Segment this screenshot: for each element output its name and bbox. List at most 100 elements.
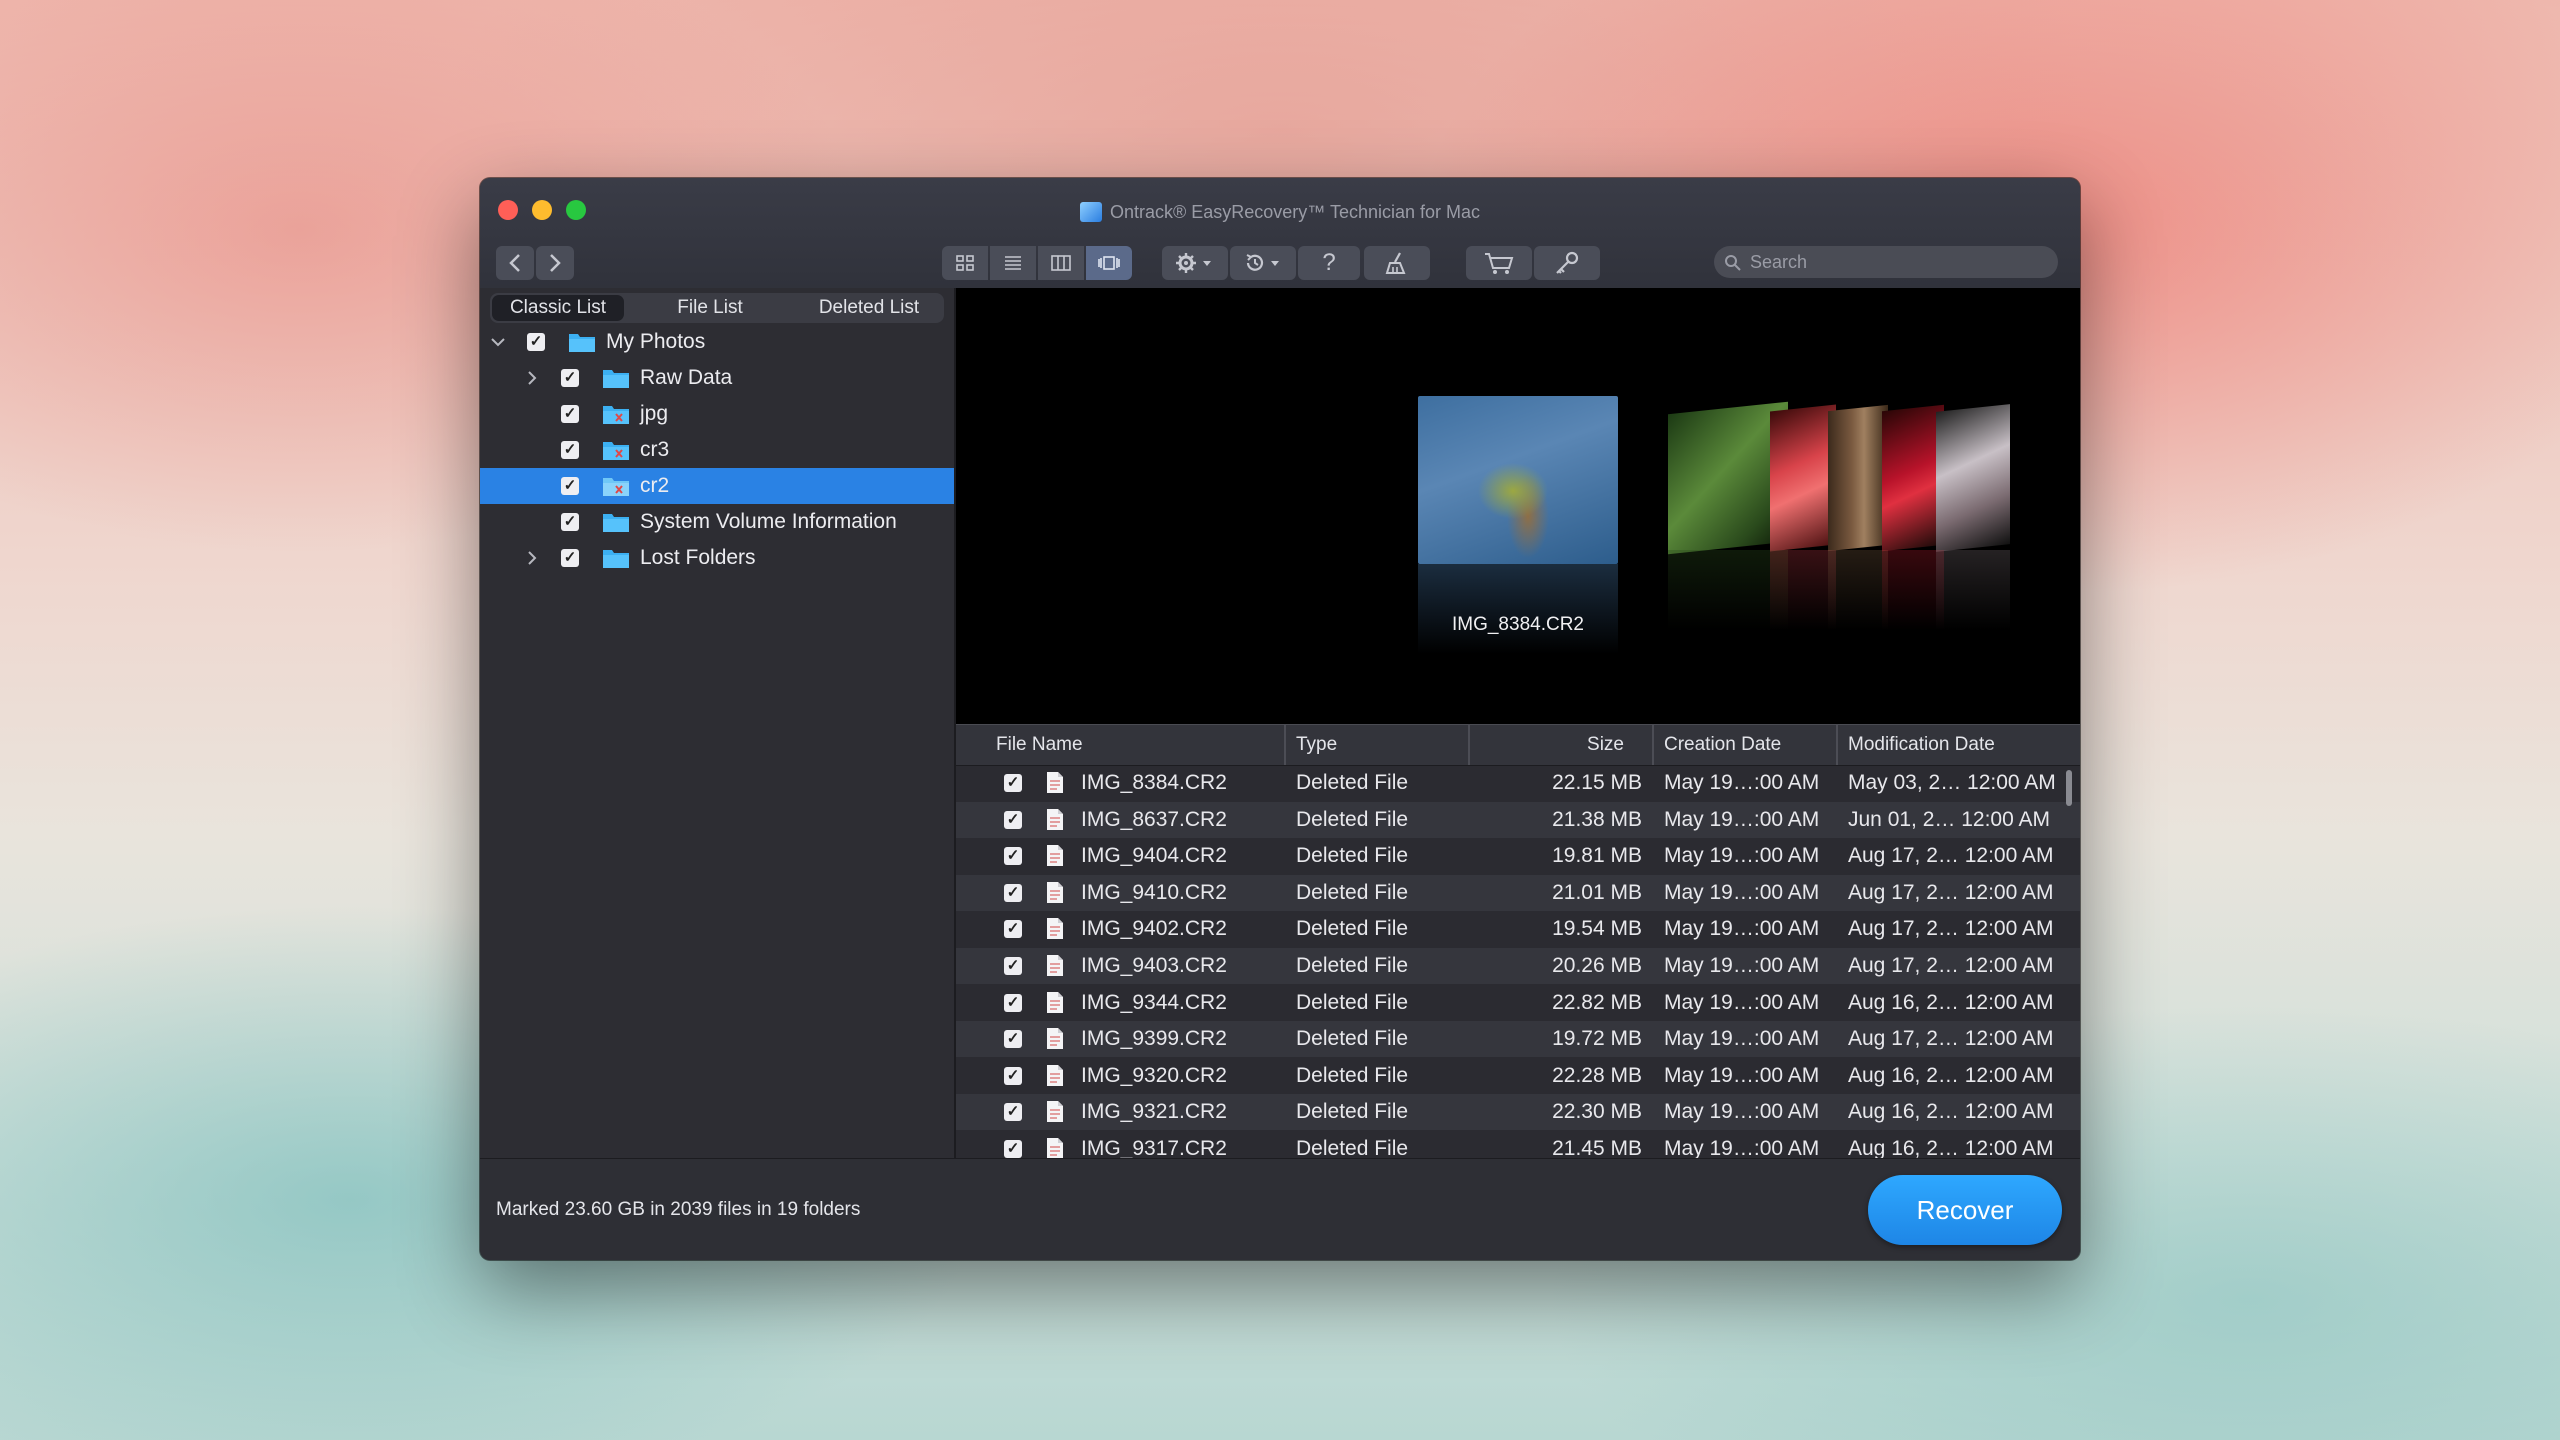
table-row[interactable]: ✓ IMG_8384.CR2 Deleted File 22.15 MB May 19…… [956,765,2080,801]
file-icon [1047,991,1063,1013]
clean-button[interactable] [1364,246,1430,280]
table-row[interactable]: ✓ IMG_9344.CR2 Deleted File 22.82 MB May 19…… [956,985,2080,1021]
file-table: File Name Type Size Creation Date Modifi… [956,724,2080,1158]
recover-button[interactable]: Recover [1868,1175,2062,1245]
chevron-down-icon[interactable] [490,334,506,350]
checkbox[interactable]: ✓ [527,333,545,351]
column-header-creation-date[interactable]: Creation Date [1656,725,1838,765]
tree-item-label: Lost Folders [640,546,756,569]
list-mode-segmented-control: Classic List File List Deleted List [490,293,944,323]
file-creation-date: May 19…:00 AM [1664,880,1820,904]
coverflow-view-button[interactable] [1086,246,1132,280]
history-button[interactable] [1230,246,1296,280]
chevron-left-icon [509,254,520,272]
column-view-button[interactable] [1038,246,1084,280]
tree-item-lost-folders[interactable]: ✓ Lost Folders [480,540,954,576]
file-icon [1047,955,1063,976]
tree-item-label: Raw Data [640,366,733,389]
checkbox[interactable]: ✓ [561,549,579,567]
help-button[interactable]: ? [1298,246,1360,280]
column-header-modification-date[interactable]: Modification Date [1840,725,2080,765]
file-size: 19.72 MB [1552,1027,1642,1051]
tree-item-cr2[interactable]: ✓ cr2 [480,468,954,504]
checkbox[interactable]: ✓ [561,405,579,423]
coverflow-thumbnail[interactable] [1882,404,1944,552]
row-checkbox[interactable]: ✓ [1004,774,1022,792]
file-type: Deleted File [1296,1063,1409,1087]
table-row[interactable]: ✓ IMG_9321.CR2 Deleted File 22.30 MB May 19…… [956,1094,2080,1131]
file-type: Deleted File [1296,917,1409,941]
table-row[interactable]: ✓ IMG_9404.CR2 Deleted File 19.81 MB May 19…… [956,838,2080,874]
file-name: IMG_8384.CR2 [1081,771,1227,794]
row-checkbox[interactable]: ✓ [1004,957,1022,975]
file-modification-date: Aug 16, 2… 12:00 AM [1848,990,2054,1014]
table-row[interactable]: ✓ IMG_9399.CR2 Deleted File 19.72 MB May 19…… [956,1021,2080,1058]
column-header-size[interactable]: Size [1472,725,1654,765]
file-icon [1047,845,1063,867]
file-name: IMG_9402.CR2 [1081,917,1227,941]
file-type: Deleted File [1296,844,1409,868]
tree-item-my-photos[interactable]: ✓ My Photos [480,324,954,360]
row-checkbox[interactable]: ✓ [1004,810,1022,829]
checkbox[interactable]: ✓ [561,513,579,531]
preview-image[interactable] [1418,396,1618,564]
chevron-right-icon[interactable] [524,370,540,386]
back-button[interactable] [496,246,534,280]
coverflow-thumbnail[interactable] [1936,404,2010,552]
row-checkbox[interactable]: ✓ [1004,847,1022,866]
tab-file-list[interactable]: File List [626,293,794,323]
folder-icon [603,550,629,568]
chevron-right-icon[interactable] [524,550,540,566]
bottom-bar: Marked 23.60 GB in 2039 files in 19 fold… [480,1158,2080,1260]
tree-item-cr3[interactable]: ✓ cr3 [480,432,954,468]
table-row[interactable]: ✓ IMG_9410.CR2 Deleted File 21.01 MB May 19…… [956,874,2080,911]
row-checkbox[interactable]: ✓ [1004,1103,1022,1122]
title-bar: Ontrack® EasyRecovery™ Technician for Ma… [480,178,2080,289]
settings-button[interactable] [1162,246,1228,280]
row-checkbox[interactable]: ✓ [1004,1066,1022,1085]
row-checkbox[interactable]: ✓ [1004,1140,1022,1158]
tree-item-raw-data[interactable]: ✓ Raw Data [480,360,954,396]
row-checkbox[interactable]: ✓ [1004,883,1022,902]
forward-button[interactable] [536,246,574,280]
checkbox[interactable]: ✓ [561,441,579,459]
table-row[interactable]: ✓ IMG_9402.CR2 Deleted File 19.54 MB May 19…… [956,911,2080,947]
file-icon [1047,808,1063,830]
vertical-scrollbar[interactable] [2066,770,2072,806]
tree-item-jpg[interactable]: ✓ jpg [480,396,954,432]
table-row[interactable]: ✓ IMG_9403.CR2 Deleted File 20.26 MB May 19…… [956,948,2080,984]
tree-item-system-volume-information[interactable]: ✓ System Volume Information [480,504,954,540]
coverflow-thumbnail[interactable] [1770,404,1836,552]
window-title-area: Ontrack® EasyRecovery™ Technician for Ma… [480,200,2080,224]
file-size: 19.54 MB [1552,917,1642,941]
table-row[interactable]: ✓ IMG_9320.CR2 Deleted File 22.28 MB May 19…… [956,1058,2080,1094]
status-text: Marked 23.60 GB in 2039 files in 19 fold… [496,1199,861,1220]
file-name: IMG_9410.CR2 [1081,880,1227,904]
list-view-button[interactable] [990,246,1036,280]
tab-classic-list[interactable]: Classic List [492,295,624,321]
file-icon [1047,1064,1063,1086]
cart-button[interactable] [1466,246,1532,280]
row-checkbox[interactable]: ✓ [1004,920,1022,939]
table-row[interactable]: ✓ IMG_9317.CR2 Deleted File 21.45 MB May 19…… [956,1131,2080,1158]
row-checkbox[interactable]: ✓ [1004,993,1022,1012]
file-modification-date: Aug 16, 2… 12:00 AM [1848,1100,2054,1124]
tab-deleted-list[interactable]: Deleted List [794,293,944,323]
checkbox[interactable]: ✓ [561,369,579,387]
file-creation-date: May 19…:00 AM [1664,807,1820,831]
history-icon [1246,254,1279,271]
column-header-type[interactable]: Type [1288,725,1470,765]
table-row[interactable]: ✓ IMG_8637.CR2 Deleted File 21.38 MB May 19…… [956,801,2080,838]
checkbox[interactable]: ✓ [561,477,579,495]
license-key-button[interactable] [1534,246,1600,280]
column-header-file-name[interactable]: File Name [956,725,1286,765]
file-creation-date: May 19…:00 AM [1664,917,1820,941]
icon-view-button[interactable] [942,246,988,280]
search-field[interactable]: Search [1714,246,2058,278]
row-checkbox[interactable]: ✓ [1004,1030,1022,1049]
coverflow-thumbnail[interactable] [1828,404,1888,552]
file-creation-date: May 19…:00 AM [1664,1063,1820,1087]
file-type: Deleted File [1296,1027,1409,1051]
file-size: 21.01 MB [1552,880,1642,904]
coverflow-reflection [1882,550,1944,630]
